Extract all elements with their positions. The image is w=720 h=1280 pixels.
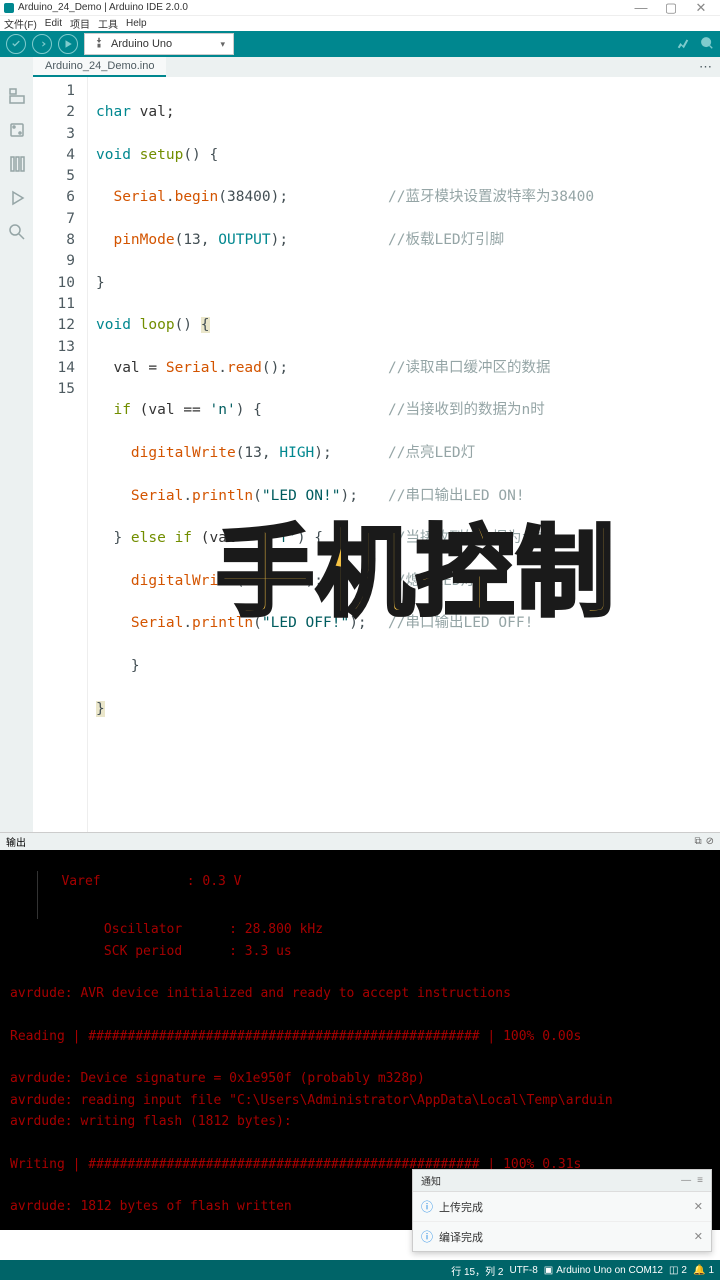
app-icon: [4, 3, 14, 13]
minimize-button[interactable]: —: [626, 0, 656, 15]
tab-bar: Arduino_24_Demo.ino ⋯: [0, 57, 720, 77]
info-icon: ⓘ: [421, 1198, 433, 1215]
window-titlebar: Arduino_24_Demo | Arduino IDE 2.0.0 — ▢ …: [0, 0, 720, 16]
board-selector[interactable]: Arduino Uno ▾: [84, 33, 234, 55]
check-icon: [11, 39, 21, 49]
output-label: 输出: [6, 834, 26, 849]
serial-monitor-icon[interactable]: [700, 36, 714, 53]
close-icon[interactable]: ✕: [694, 1200, 703, 1213]
menu-edit[interactable]: Edit: [45, 18, 62, 29]
toolbar: Arduino Uno ▾: [0, 31, 720, 57]
line-gutter: 123456789101112131415: [33, 77, 88, 832]
encoding[interactable]: UTF-8: [509, 1265, 537, 1276]
usb-icon: [93, 37, 105, 52]
menu-tools[interactable]: 工具: [98, 16, 118, 31]
maximize-button[interactable]: ▢: [656, 0, 686, 16]
notification-minimize-icon[interactable]: —: [681, 1175, 691, 1186]
arrow-right-icon: [37, 39, 47, 49]
notification-title: 通知: [421, 1173, 441, 1188]
output-header: 输出 ⧉ ⊘: [0, 832, 720, 850]
bell-icon[interactable]: 🔔 1: [693, 1265, 714, 1276]
verify-button[interactable]: [6, 34, 26, 54]
tab-overflow-icon[interactable]: ⋯: [699, 59, 720, 75]
menu-help[interactable]: Help: [126, 18, 147, 29]
plotter-icon[interactable]: [676, 36, 690, 53]
output-copy-icon[interactable]: ⧉: [694, 836, 701, 847]
close-icon[interactable]: ✕: [694, 1230, 703, 1243]
debug-icon[interactable]: [8, 189, 26, 207]
tab-label: Arduino_24_Demo.ino: [45, 60, 154, 72]
notification-item: ⓘ 上传完成 ✕: [413, 1192, 711, 1222]
notification-text: 编译完成: [439, 1229, 483, 1245]
board-port[interactable]: ▣ Arduino Uno on COM12: [544, 1265, 663, 1276]
tab-sketch[interactable]: Arduino_24_Demo.ino: [33, 57, 166, 77]
notification-collapse-icon[interactable]: ≡: [697, 1175, 703, 1186]
statusbar: 行 15，列 2 UTF-8 ▣ Arduino Uno on COM12 ◫ …: [0, 1260, 720, 1280]
sketchbook-icon[interactable]: [8, 87, 26, 105]
code-content[interactable]: char val; void setup() { Serial.begin(38…: [88, 77, 720, 832]
search-icon[interactable]: [8, 223, 26, 241]
chevron-down-icon: ▾: [220, 39, 225, 50]
activity-bar: [0, 77, 33, 832]
debug-button[interactable]: [58, 34, 78, 54]
upload-button[interactable]: [32, 34, 52, 54]
notification-item: ⓘ 编译完成 ✕: [413, 1222, 711, 1251]
output-clear-icon[interactable]: ⊘: [706, 836, 714, 847]
cursor-position[interactable]: 行 15，列 2: [451, 1263, 503, 1278]
menubar: 文件(F) Edit 项目 工具 Help: [0, 16, 720, 31]
window-title: Arduino_24_Demo | Arduino IDE 2.0.0: [18, 2, 188, 13]
library-icon[interactable]: [8, 155, 26, 173]
menu-project[interactable]: 项目: [70, 16, 90, 31]
menu-file[interactable]: 文件(F): [4, 16, 37, 31]
main-area: 123456789101112131415 char val; void set…: [0, 77, 720, 832]
notification-header: 通知 — ≡: [413, 1170, 711, 1192]
overlay-caption: 手机控制: [216, 562, 616, 583]
notification-panel: 通知 — ≡ ⓘ 上传完成 ✕ ⓘ 编译完成 ✕: [412, 1169, 712, 1252]
notification-text: 上传完成: [439, 1199, 483, 1215]
close-button[interactable]: ✕: [686, 0, 716, 16]
notifications-count[interactable]: ◫ 2: [669, 1265, 687, 1276]
play-icon: [63, 39, 73, 49]
info-icon: ⓘ: [421, 1228, 433, 1245]
code-editor[interactable]: 123456789101112131415 char val; void set…: [33, 77, 720, 832]
board-selector-label: Arduino Uno: [111, 38, 172, 50]
boards-icon[interactable]: [8, 121, 26, 139]
